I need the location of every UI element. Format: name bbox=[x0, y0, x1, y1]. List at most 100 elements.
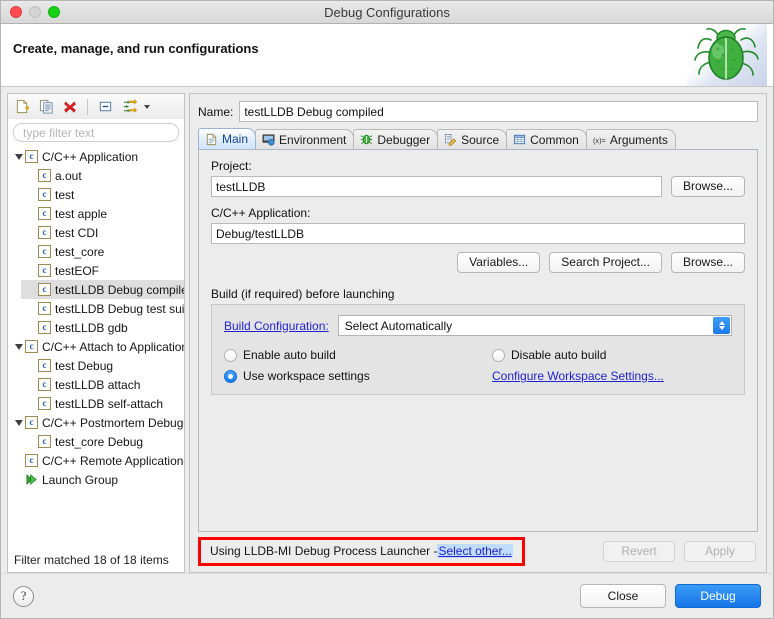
tree-item[interactable]: c test_core Debug bbox=[21, 432, 184, 451]
revert-button[interactable]: Revert bbox=[603, 541, 675, 562]
search-input[interactable] bbox=[13, 123, 179, 142]
build-configuration-link[interactable]: Build Configuration: bbox=[224, 319, 329, 333]
copy-icon[interactable] bbox=[36, 97, 56, 117]
browse-application-button[interactable]: Browse... bbox=[670, 252, 745, 273]
c-file-icon: c bbox=[38, 283, 51, 296]
application-actions: Variables... Search Project... Browse... bbox=[211, 252, 745, 273]
configuration-tabs[interactable]: Main Environment Debugger Source Common (x)= A… bbox=[198, 128, 758, 150]
select-other-link[interactable]: Select other... bbox=[437, 544, 513, 558]
launcher-status-row: Using LLDB-MI Debug Process Launcher - S… bbox=[198, 532, 758, 572]
build-group: Build (if required) before launching Bui… bbox=[211, 287, 745, 395]
tree-item[interactable]: c C/C++ Attach to Application bbox=[8, 337, 184, 356]
svg-text:(x)=: (x)= bbox=[593, 136, 606, 145]
minimize-window-button[interactable] bbox=[29, 6, 41, 18]
build-group-title: Build (if required) before launching bbox=[211, 287, 395, 301]
c-file-icon: c bbox=[38, 359, 51, 372]
apply-button[interactable]: Apply bbox=[684, 541, 756, 562]
new-document-icon[interactable] bbox=[12, 97, 32, 117]
tab-debugger[interactable]: Debugger bbox=[353, 129, 439, 149]
c-file-icon: c bbox=[38, 207, 51, 220]
tree-item[interactable]: c testLLDB attach bbox=[21, 375, 184, 394]
tree-item-label: test_core bbox=[55, 244, 105, 259]
filter-icon[interactable] bbox=[119, 97, 139, 117]
tree-item-label: test bbox=[55, 187, 75, 202]
project-input[interactable] bbox=[211, 176, 662, 197]
source-pencil-icon bbox=[444, 133, 457, 146]
configurations-pane: cC/C++ Applicationca.outctestctest apple… bbox=[7, 93, 185, 573]
tree-item[interactable]: c test bbox=[21, 185, 184, 204]
tab-environment[interactable]: Environment bbox=[255, 129, 355, 149]
tree-item[interactable]: c C/C++ Postmortem Debugger bbox=[8, 413, 184, 432]
zoom-window-button[interactable] bbox=[48, 6, 60, 18]
tree-item-label: testLLDB Debug compiled bbox=[55, 282, 184, 297]
tree-item-label: testLLDB gdb bbox=[55, 320, 128, 335]
tree-item[interactable]: c testLLDB gdb bbox=[21, 318, 184, 337]
twisty-expanded-icon[interactable] bbox=[12, 343, 25, 350]
table-icon bbox=[513, 133, 526, 146]
tree-item[interactable]: c test_core bbox=[21, 242, 184, 261]
disable-auto-build-radio[interactable]: Disable auto build bbox=[492, 348, 732, 362]
radio-icon-checked bbox=[224, 369, 237, 383]
window-title: Debug Configurations bbox=[324, 4, 450, 20]
dialog-footer: ? Close Debug bbox=[1, 573, 773, 618]
tree-item[interactable]: c test Debug bbox=[21, 356, 184, 375]
disable-auto-build-label: Disable auto build bbox=[511, 348, 607, 362]
c-file-icon: c bbox=[38, 245, 51, 258]
debug-button[interactable]: Debug bbox=[675, 584, 761, 608]
c-file-icon: c bbox=[38, 169, 51, 182]
tab-source[interactable]: Source bbox=[437, 129, 508, 149]
tree-item[interactable]: Launch Group bbox=[8, 470, 184, 489]
close-button[interactable]: Close bbox=[580, 584, 666, 608]
filter-row bbox=[7, 119, 185, 145]
application-label: C/C++ Application: bbox=[211, 206, 311, 220]
collapse-all-icon[interactable] bbox=[95, 97, 115, 117]
c-file-icon: c bbox=[38, 302, 51, 315]
filter-status-label: Filter matched 18 of 18 items bbox=[7, 547, 185, 573]
tab-label: Source bbox=[461, 132, 500, 147]
tree-toolbar bbox=[7, 93, 185, 119]
variables-button[interactable]: Variables... bbox=[457, 252, 541, 273]
document-icon bbox=[205, 133, 218, 146]
help-button[interactable]: ? bbox=[13, 585, 34, 607]
browse-project-button[interactable]: Browse... bbox=[670, 176, 745, 197]
tree-item-label: C/C++ Attach to Application bbox=[42, 339, 184, 354]
tree-item[interactable]: c a.out bbox=[21, 166, 184, 185]
dialog-body: cC/C++ Applicationca.outctestctest apple… bbox=[1, 87, 773, 573]
green-play-icon bbox=[25, 473, 38, 486]
tree-item[interactable]: c testEOF bbox=[21, 261, 184, 280]
tree-item[interactable]: c test CDI bbox=[21, 223, 184, 242]
twisty-expanded-icon[interactable] bbox=[12, 419, 25, 426]
tree-item[interactable]: c test apple bbox=[21, 204, 184, 223]
tab-main[interactable]: Main bbox=[198, 128, 257, 149]
tree-item[interactable]: c testLLDB self-attach bbox=[21, 394, 184, 413]
build-configuration-select[interactable]: Select Automatically bbox=[337, 315, 732, 336]
config-name-input[interactable] bbox=[239, 101, 758, 122]
enable-auto-build-radio[interactable]: Enable auto build bbox=[224, 348, 492, 362]
chevron-down-icon[interactable] bbox=[144, 104, 150, 109]
twisty-expanded-icon[interactable] bbox=[12, 153, 25, 160]
c-file-icon: c bbox=[25, 340, 38, 353]
close-window-button[interactable] bbox=[10, 6, 22, 18]
tree-item[interactable]: c C/C++ Application bbox=[8, 147, 184, 166]
configurations-tree[interactable]: c C/C++ Application c a.out c test c test apple… bbox=[7, 145, 185, 547]
tab-common[interactable]: Common bbox=[506, 129, 587, 149]
configure-workspace-settings-link[interactable]: Configure Workspace Settings... bbox=[492, 369, 664, 383]
search-project-button[interactable]: Search Project... bbox=[549, 252, 662, 273]
configuration-editor-pane: Name: Main Environment Debugger Source Commo… bbox=[189, 93, 767, 573]
c-file-icon: c bbox=[38, 188, 51, 201]
toolbar-separator bbox=[87, 98, 88, 115]
tree-item[interactable]: c testLLDB Debug test suite bbox=[21, 299, 184, 318]
project-label: Project: bbox=[211, 159, 252, 173]
tab-arguments[interactable]: (x)= Arguments bbox=[585, 129, 676, 149]
red-x-delete-icon[interactable] bbox=[60, 97, 80, 117]
use-workspace-settings-radio[interactable]: Use workspace settings bbox=[224, 369, 492, 383]
traffic-lights bbox=[10, 6, 60, 18]
build-configuration-value: Select Automatically bbox=[344, 318, 453, 333]
application-input[interactable] bbox=[211, 223, 745, 244]
c-file-icon: c bbox=[38, 226, 51, 239]
tab-label: Environment bbox=[279, 132, 347, 147]
stepper-icon[interactable] bbox=[713, 317, 730, 334]
c-file-icon: c bbox=[25, 416, 38, 429]
tree-item[interactable]: c C/C++ Remote Application bbox=[8, 451, 184, 470]
tree-item[interactable]: c testLLDB Debug compiled bbox=[21, 280, 184, 299]
